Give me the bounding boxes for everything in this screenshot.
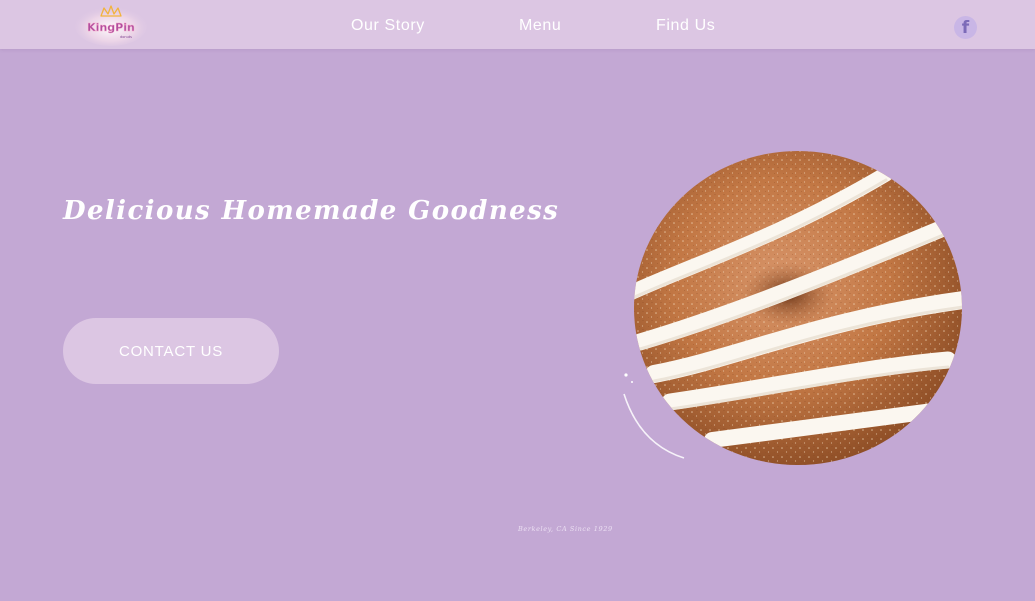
nav-menu[interactable]: Menu [519, 17, 561, 35]
nav-our-story[interactable]: Our Story [351, 17, 425, 35]
nav-find-us[interactable]: Find Us [656, 17, 715, 35]
facebook-glyph: f [961, 18, 970, 38]
contact-us-button[interactable]: CONTACT US [63, 318, 279, 384]
facebook-icon[interactable]: f [954, 16, 977, 39]
svg-text:donuts: donuts [120, 35, 132, 39]
top-navbar: KingPin donuts Our Story Menu Find Us f [0, 0, 1035, 49]
footer-note: Berkeley, CA Since 1929 [518, 525, 613, 533]
svg-text:KingPin: KingPin [87, 21, 135, 34]
donut-image [618, 148, 968, 473]
kingpin-logo[interactable]: KingPin donuts [74, 2, 148, 46]
hero-heading: Delicious Homemade Goodness [63, 196, 560, 226]
